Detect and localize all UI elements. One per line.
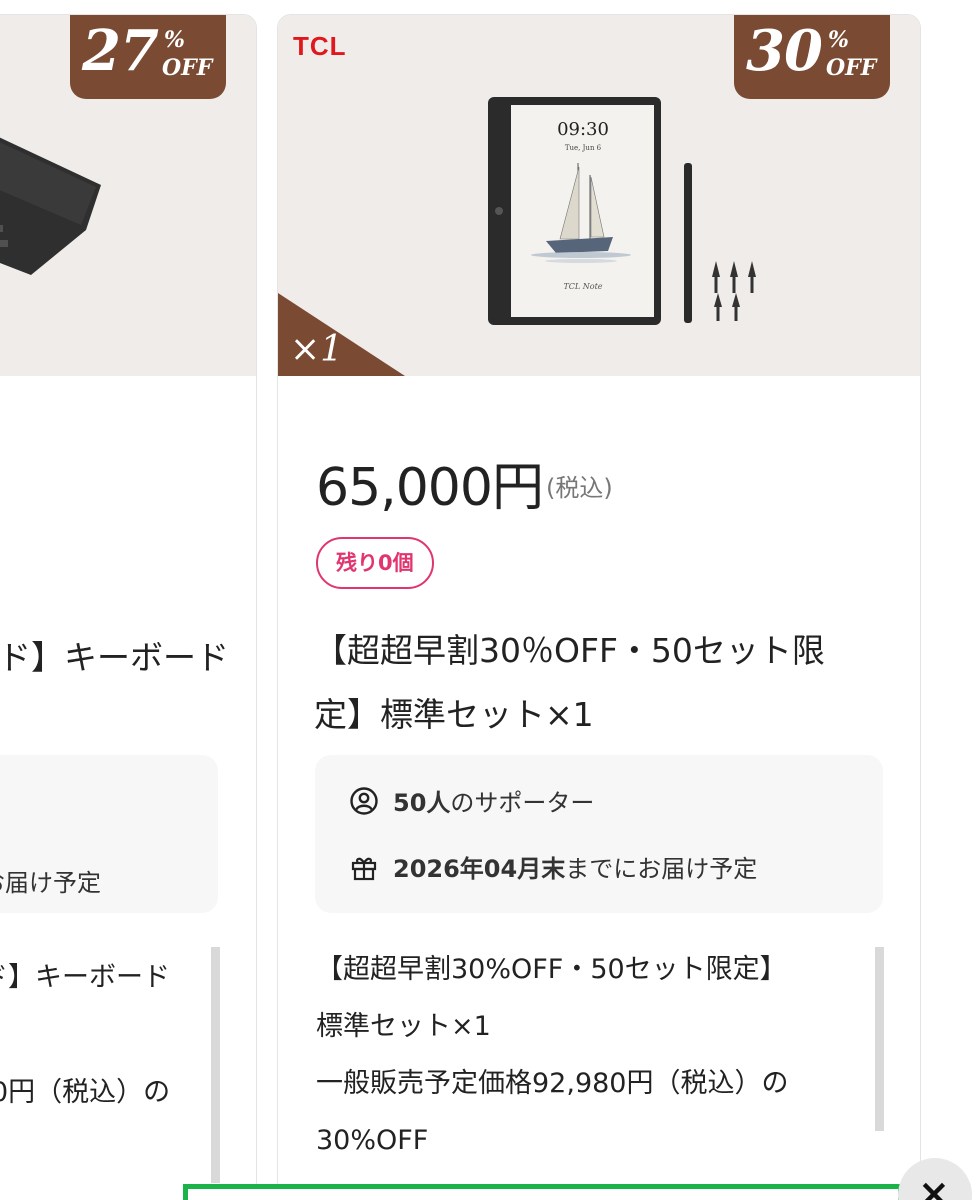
discount-off: OFF	[162, 55, 213, 81]
description-line: 一般販売予定価格92,980円（税込）の	[316, 1068, 789, 1099]
reward-title-fragment: ド】キーボード	[0, 638, 229, 677]
discount-off: OFF	[826, 55, 877, 81]
close-icon: ×	[918, 1171, 950, 1200]
discount-number: 27	[82, 18, 159, 84]
reward-desc-fragment-2: 0円（税込）の	[0, 1077, 171, 1108]
delivery-date: 2026年04月末	[393, 855, 566, 883]
description-line: 標準セット×1	[316, 1011, 491, 1042]
reward-info-box: 50人 のサポーター 2026年04月末 までにお届け予定	[315, 755, 883, 913]
discount-badge: 27 % OFF	[70, 15, 226, 99]
reward-desc-fragment-1: ド】キーボード	[0, 962, 170, 993]
discount-number: 30	[746, 18, 823, 84]
reward-title: 【超超早割30％OFF・50セット限定】標準セット×1	[314, 631, 825, 734]
tax-label: (税込)	[546, 474, 613, 502]
page: 27 % OFF ド】キーボード お届け予定 ド】キーボード 0円（税込）の T…	[0, 0, 977, 1200]
quantity-tag-label: ×1	[290, 329, 344, 370]
discount-percent: %	[164, 27, 185, 53]
description-scrollbar[interactable]	[211, 947, 220, 1183]
floating-banner[interactable]	[183, 1184, 903, 1200]
stock-badge: 残り0個	[316, 537, 434, 589]
delivery-suffix: までにお届け予定	[565, 855, 758, 883]
reward-card-right[interactable]: TCL 09:30 Tue, Jun 6 TCL Note 30 % OFF ×…	[277, 14, 921, 1200]
gift-icon	[349, 852, 379, 882]
reward-card-left[interactable]: 27 % OFF ド】キーボード お届け予定 ド】キーボード 0円（税込）の	[0, 14, 257, 1200]
discount-badge: 30 % OFF	[734, 15, 890, 99]
delivery-fragment: お届け予定	[0, 869, 101, 897]
reward-description: 【超超早割30%OFF・50セット限定】 標準セット×1 一般販売予定価格92,…	[316, 941, 876, 1169]
tablet-signature: TCL Note	[563, 282, 602, 291]
tablet-time: 09:30	[557, 119, 609, 140]
tablet-date: Tue, Jun 6	[565, 144, 602, 152]
product-image-keyboard: 27 % OFF	[0, 15, 256, 376]
description-line: 30%OFF	[316, 1125, 429, 1156]
discount-percent: %	[828, 27, 849, 53]
description-line: 【超超早割30%OFF・50セット限定】	[316, 954, 787, 985]
delivery-row: 2026年04月末 までにお届け予定	[349, 849, 757, 884]
description-scrollbar[interactable]	[875, 947, 884, 1131]
supporters-row: 50人 のサポーター	[349, 783, 594, 818]
reward-price: 65,000円	[316, 458, 544, 518]
person-circle-icon	[349, 786, 379, 816]
supporters-count: 50人	[393, 789, 451, 817]
product-image-tablet: TCL 09:30 Tue, Jun 6 TCL Note 30 % OFF ×…	[278, 15, 920, 376]
supporters-suffix: のサポーター	[450, 789, 595, 817]
reward-info-box: お届け予定	[0, 755, 218, 913]
